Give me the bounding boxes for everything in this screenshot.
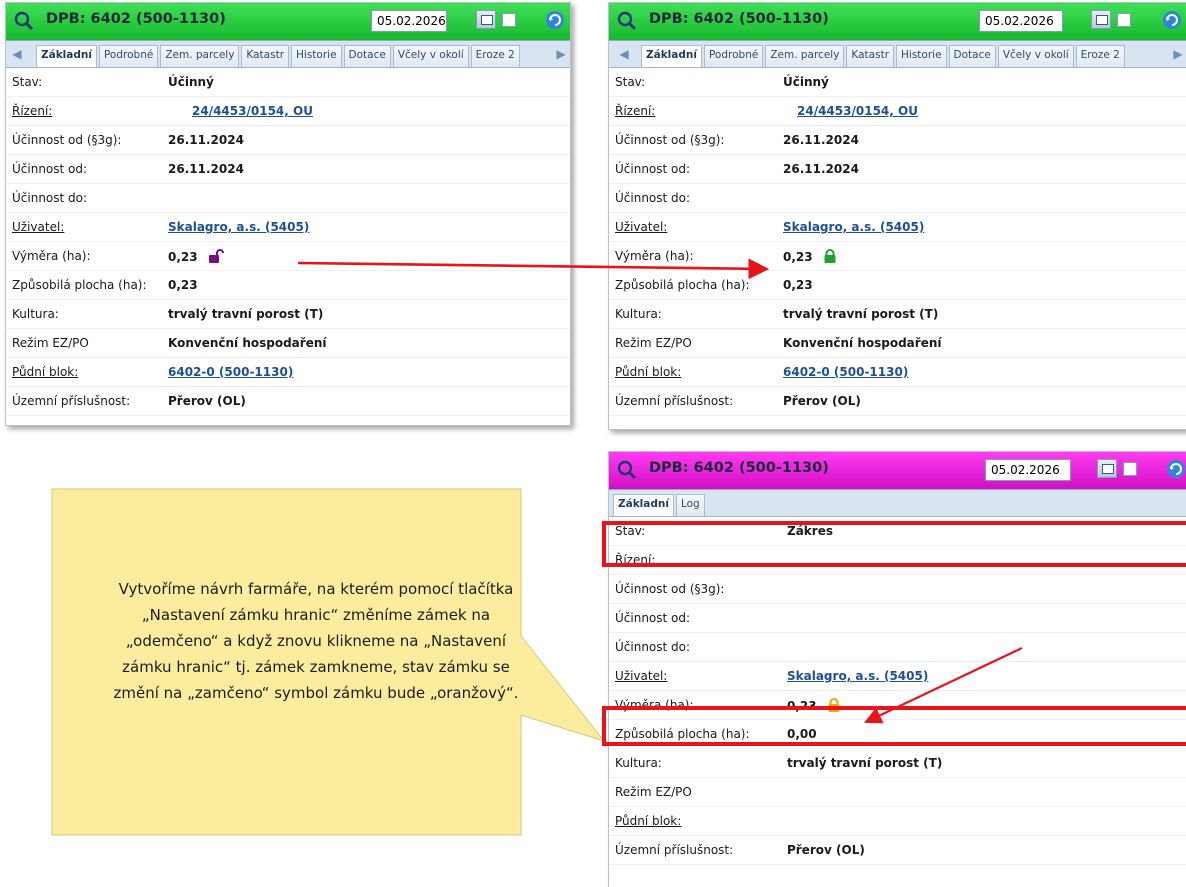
arrow-to-green-lock: [297, 258, 770, 280]
annotation-arrows: [297, 258, 1023, 724]
arrow-to-orange-lock: [864, 647, 1023, 724]
